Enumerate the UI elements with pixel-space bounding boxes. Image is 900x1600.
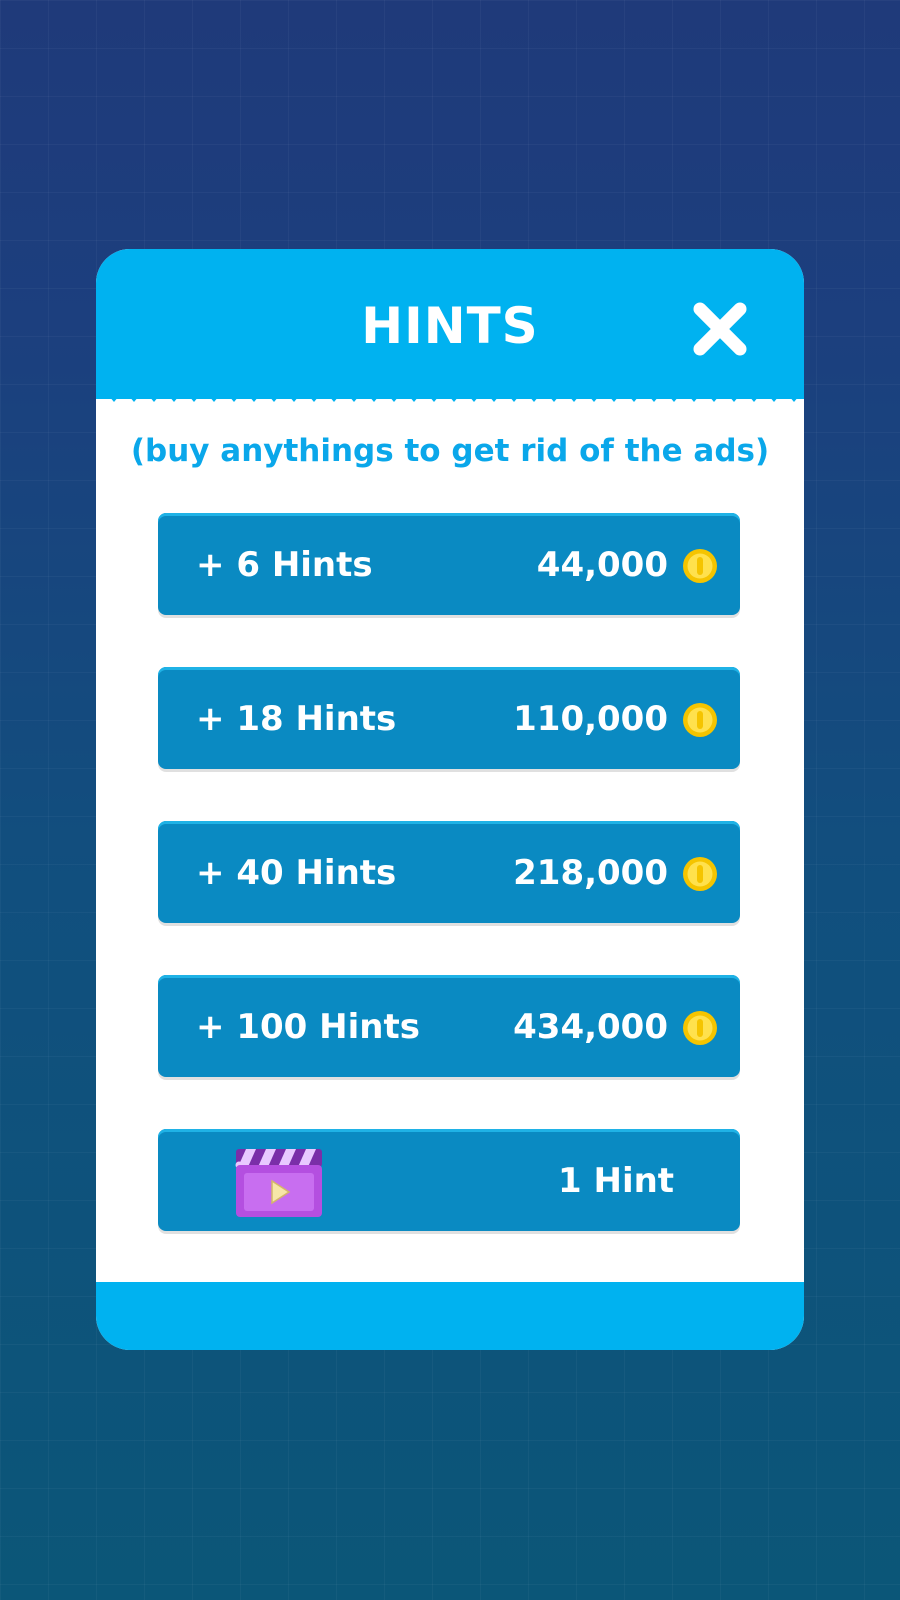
- watch-video-button[interactable]: 1 Hint: [158, 1129, 740, 1231]
- offer-label: + 18 Hints: [196, 699, 397, 739]
- offer-price: 218,000: [513, 853, 668, 893]
- hint-offer-button[interactable]: + 100 Hints 434,000: [158, 975, 740, 1077]
- ads-removal-note: (buy anythings to get rid of the ads): [130, 433, 770, 469]
- video-clapperboard-icon: [235, 1149, 322, 1217]
- coin-icon: [683, 549, 717, 583]
- offer-label: + 40 Hints: [196, 853, 397, 893]
- dialog-footer: [96, 1282, 804, 1350]
- coin-icon: [683, 1011, 717, 1045]
- offer-price: 110,000: [513, 699, 668, 739]
- close-button[interactable]: [688, 297, 752, 361]
- video-offer-label: 1 Hint: [558, 1161, 675, 1201]
- offer-label: + 6 Hints: [196, 545, 373, 585]
- close-icon: [693, 302, 747, 356]
- offer-list: + 6 Hints 44,000 + 18 Hints 110,000 + 40…: [158, 513, 740, 1283]
- offer-price: 434,000: [513, 1007, 668, 1047]
- hints-dialog: HINTS (buy anythings to get rid of the a…: [96, 249, 804, 1350]
- coin-icon: [683, 703, 717, 737]
- offer-label: + 100 Hints: [196, 1007, 420, 1047]
- offer-price: 44,000: [536, 545, 668, 585]
- hint-offer-button[interactable]: + 6 Hints 44,000: [158, 513, 740, 615]
- hint-offer-button[interactable]: + 40 Hints 218,000: [158, 821, 740, 923]
- hint-offer-button[interactable]: + 18 Hints 110,000: [158, 667, 740, 769]
- header-zigzag-edge: [96, 384, 804, 402]
- coin-icon: [683, 857, 717, 891]
